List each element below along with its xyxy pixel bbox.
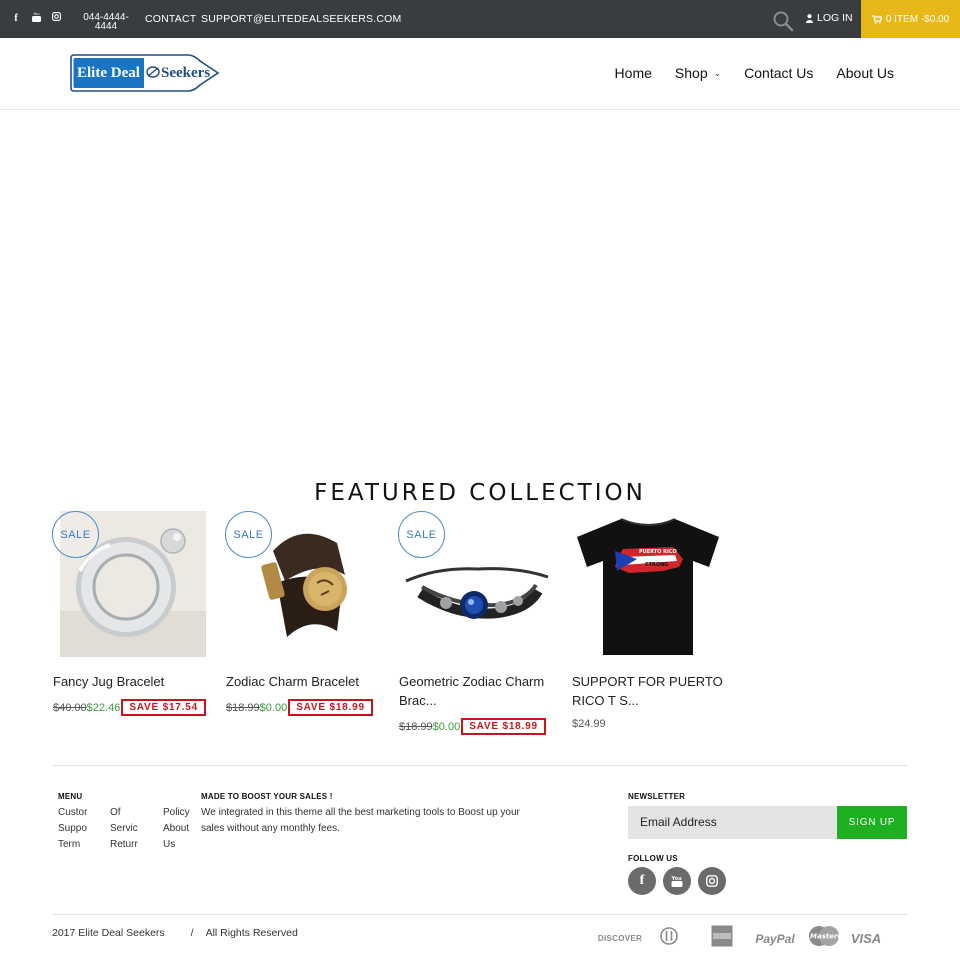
product-card[interactable]: SALE Zodiac Charm Bracelet $18.99 $0.00 …	[225, 511, 385, 721]
contact-link[interactable]: CONTACT	[145, 13, 196, 25]
cart-label: 0 ITEM -$0.00	[885, 13, 950, 25]
newsletter-heading: NEWSLETTER	[628, 792, 686, 801]
original-price: $18.99	[399, 720, 433, 733]
footer-link[interactable]: About	[163, 823, 195, 834]
signup-button[interactable]: SIGN UP	[837, 806, 907, 839]
footer-link[interactable]: Custor	[58, 807, 90, 818]
save-badge: SAVE $18.99	[288, 699, 373, 716]
footer-link[interactable]: Suppo	[58, 823, 90, 834]
footer-link[interactable]: Returr	[110, 839, 140, 850]
nav-shop-label: Shop	[674, 65, 708, 81]
login-label: LOG IN	[817, 12, 853, 24]
footer-link[interactable]: Term	[58, 839, 90, 850]
site-logo[interactable]: Elite Deal Seekers	[70, 52, 222, 94]
product-card[interactable]: SALE Fancy Jug Bracelet $40.00 $22.46 SA…	[52, 511, 212, 721]
svg-text:You: You	[33, 12, 39, 16]
product-name[interactable]: Fancy Jug Bracelet	[53, 672, 213, 691]
facebook-icon[interactable]: f	[628, 867, 656, 895]
paypal-icon: PayPal	[755, 931, 795, 946]
support-email-link[interactable]: SUPPORT@ELITEDEALSEEKERS.COM	[201, 13, 401, 25]
nav-home[interactable]: Home	[615, 65, 652, 81]
top-bar: f You 044-4444-4444 CONTACT SUPPORT@ELIT…	[0, 0, 960, 38]
nav-contact-us[interactable]: Contact Us	[744, 65, 813, 81]
menu-heading: MENU	[58, 792, 83, 801]
sale-price: $0.00	[432, 720, 461, 733]
cart-icon	[871, 14, 882, 24]
facebook-icon[interactable]: f	[6, 12, 26, 27]
discover-icon: DISCOVER	[597, 934, 643, 943]
follow-icons: f You	[628, 867, 726, 895]
footer-link[interactable]: Of	[110, 807, 138, 818]
nav-about-label: About Us	[836, 65, 894, 81]
boost-text: We integrated in this theme all the best…	[201, 807, 520, 834]
svg-text:Elite Deal: Elite Deal	[77, 65, 140, 81]
footer-link[interactable]: Us	[163, 839, 195, 850]
original-price: $40.00	[53, 701, 87, 714]
chevron-down-icon: ⌄	[713, 67, 722, 78]
newsletter-email-input[interactable]: Email Address	[628, 806, 837, 839]
product-name[interactable]: Geometric Zodiac Charm Brac...	[399, 672, 559, 710]
social-links: f You	[6, 12, 66, 27]
sale-price: $0.00	[259, 701, 288, 714]
svg-text:MasterCard: MasterCard	[810, 933, 841, 941]
product-card[interactable]: PUERTO RICO STRONG SUPPORT FOR PUERTO RI…	[571, 511, 731, 741]
search-icon[interactable]	[772, 10, 794, 32]
sale-badge: SALE	[225, 511, 272, 558]
boost-heading: MADE TO BOOST YOUR SALES !	[201, 792, 333, 801]
copyright-separator: /	[190, 927, 194, 939]
save-badge: SAVE $17.54	[121, 699, 206, 716]
featured-collection-title: FEATURED COLLECTION	[314, 480, 646, 506]
product-price: $18.99 $0.00 SAVE $18.99	[399, 718, 546, 735]
instagram-icon[interactable]	[698, 867, 726, 895]
youtube-icon[interactable]: You	[663, 867, 691, 895]
phone-number[interactable]: 044-4444-4444	[80, 13, 132, 32]
login-link[interactable]: LOG IN	[806, 12, 853, 24]
mastercard-icon: MasterCard	[800, 925, 857, 952]
copyright: 2017 Elite Deal Seekers / All Rights Reser…	[52, 927, 298, 939]
instagram-icon[interactable]	[46, 12, 66, 27]
nav-home-label: Home	[614, 65, 652, 81]
cart-button[interactable]: 0 ITEM -$0.00	[861, 0, 960, 38]
rights-text: All Rights Reserved	[205, 927, 298, 939]
nav-shop[interactable]: Shop ⌄	[675, 65, 721, 81]
footer-link[interactable]: Servic	[110, 823, 140, 834]
svg-text:STRONG: STRONG	[645, 562, 668, 568]
product-image[interactable]: PUERTO RICO STRONG	[571, 511, 726, 659]
product-card[interactable]: SALE Geometric Zodiac Charm Brac... $18.…	[398, 511, 558, 741]
product-price: $18.99 $0.00 SAVE $18.99	[226, 699, 373, 716]
main-nav: Home Shop ⌄ Contact Us About Us	[615, 65, 894, 81]
nav-about-us[interactable]: About Us	[836, 65, 894, 81]
user-icon	[806, 13, 813, 23]
visa-icon: VISA	[850, 931, 882, 946]
diners-club-icon	[644, 927, 694, 950]
footer-link[interactable]: Policy	[163, 807, 195, 818]
nav-contact-label: Contact Us	[744, 65, 814, 81]
sale-price: $22.46	[86, 701, 121, 714]
svg-text:Seekers: Seekers	[161, 65, 210, 81]
original-price: $18.99	[226, 701, 260, 714]
site-header: Elite Deal Seekers Home Shop ⌄ Contact Us…	[0, 38, 960, 110]
copyright-text: 2017 Elite Deal Seekers	[52, 927, 165, 939]
sale-badge: SALE	[52, 511, 99, 558]
amex-icon	[694, 925, 750, 952]
product-name[interactable]: Zodiac Charm Bracelet	[226, 672, 386, 691]
product-price: $24.99	[572, 718, 606, 730]
footer-divider	[52, 765, 908, 766]
payment-icons: DISCOVER PayPal MasterCard VISA	[596, 925, 884, 952]
youtube-icon[interactable]: You	[26, 12, 46, 27]
regular-price: $24.99	[572, 718, 606, 730]
product-name[interactable]: SUPPORT FOR PUERTO RICO T S...	[572, 672, 732, 710]
sale-badge: SALE	[398, 511, 445, 558]
footer-divider	[52, 914, 908, 915]
save-badge: SAVE $18.99	[461, 718, 546, 735]
svg-text:PUERTO RICO: PUERTO RICO	[639, 549, 677, 555]
product-price: $40.00 $22.46 SAVE $17.54	[53, 699, 206, 716]
follow-heading: FOLLOW US	[628, 854, 678, 863]
